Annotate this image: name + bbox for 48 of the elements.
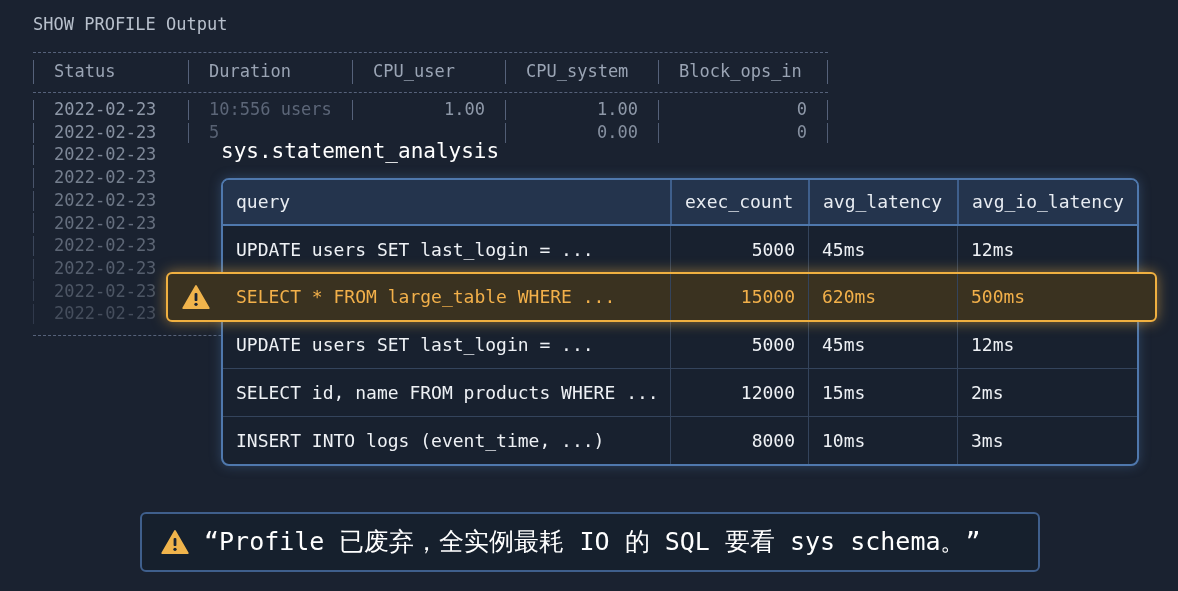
- warning-icon: [160, 528, 190, 556]
- table-cell-text: 5: [209, 120, 220, 144]
- table-cell-text: 620ms: [822, 285, 877, 309]
- column-header: Block_ops_in: [679, 60, 802, 84]
- table-cell-text: 5000: [751, 332, 795, 357]
- table-cell-text: 15000: [740, 285, 795, 309]
- table-cell-text: 2022-02-23: [54, 211, 157, 235]
- column-header: Status: [54, 60, 116, 84]
- table-cell-text: 12ms: [971, 237, 1015, 262]
- table-cell-text: 0: [796, 98, 807, 122]
- table-cell-text: 8000: [751, 428, 795, 453]
- table-cell-text: 2022-02-23: [54, 188, 157, 212]
- table-cell-text: 2ms: [971, 380, 1004, 405]
- table-cell-text: 2022-02-23: [54, 166, 157, 190]
- table-cell-text: 2022-02-23: [54, 234, 157, 258]
- caption-text: “Profile 已废弃，全实例最耗 IO 的 SQL 要看 sys schema。”: [204, 526, 981, 559]
- table-cell-text: 3ms: [971, 428, 1004, 453]
- table-cell-text: 10ms: [822, 428, 866, 453]
- output-title: SHOW PROFILE Output: [33, 13, 228, 36]
- table-cell-text: 1.00: [597, 98, 638, 122]
- table-cell-text: 2022-02-23: [54, 98, 157, 122]
- table-cell-text: UPDATE users SET last_login = ...: [236, 332, 594, 357]
- table-cell-text: 12000: [740, 380, 795, 405]
- table-cell-text: 45ms: [822, 237, 866, 262]
- table-cell-text: 5000: [751, 237, 795, 262]
- table-cell-text: SELECT * FROM large_table WHERE ...: [236, 285, 616, 309]
- column-header: query: [236, 190, 291, 214]
- table-cell-text: 0: [796, 120, 807, 144]
- table-cell-text: 500ms: [971, 285, 1026, 309]
- table-cell-text: SELECT id, name FROM products WHERE ...: [236, 380, 659, 405]
- column-header: exec_count: [685, 190, 794, 214]
- table-cell-text: 2022-02-23: [54, 256, 157, 280]
- table-cell-text: 2022-02-23: [54, 120, 157, 144]
- table-cell-text: 10:556 users: [209, 98, 332, 122]
- table-cell-text: UPDATE users SET last_login = ...: [236, 237, 594, 262]
- column-header: CPU_system: [526, 60, 629, 84]
- column-header: avg_io_latency: [972, 190, 1124, 214]
- column-header: avg_latency: [823, 190, 943, 214]
- table-cell-text: INSERT INTO logs (event_time, ...): [236, 428, 605, 453]
- table-cell-text: 45ms: [822, 332, 866, 357]
- column-header: CPU_user: [373, 60, 455, 84]
- table-cell-text: 0.00: [597, 120, 638, 144]
- table-cell-text: 15ms: [822, 380, 866, 405]
- warning-icon: [180, 282, 211, 311]
- column-header: Duration: [209, 60, 291, 84]
- table-cell-text: 12ms: [971, 332, 1015, 357]
- table-cell-text: 2022-02-23: [54, 143, 157, 167]
- table-cell-text: 1.00: [444, 98, 485, 122]
